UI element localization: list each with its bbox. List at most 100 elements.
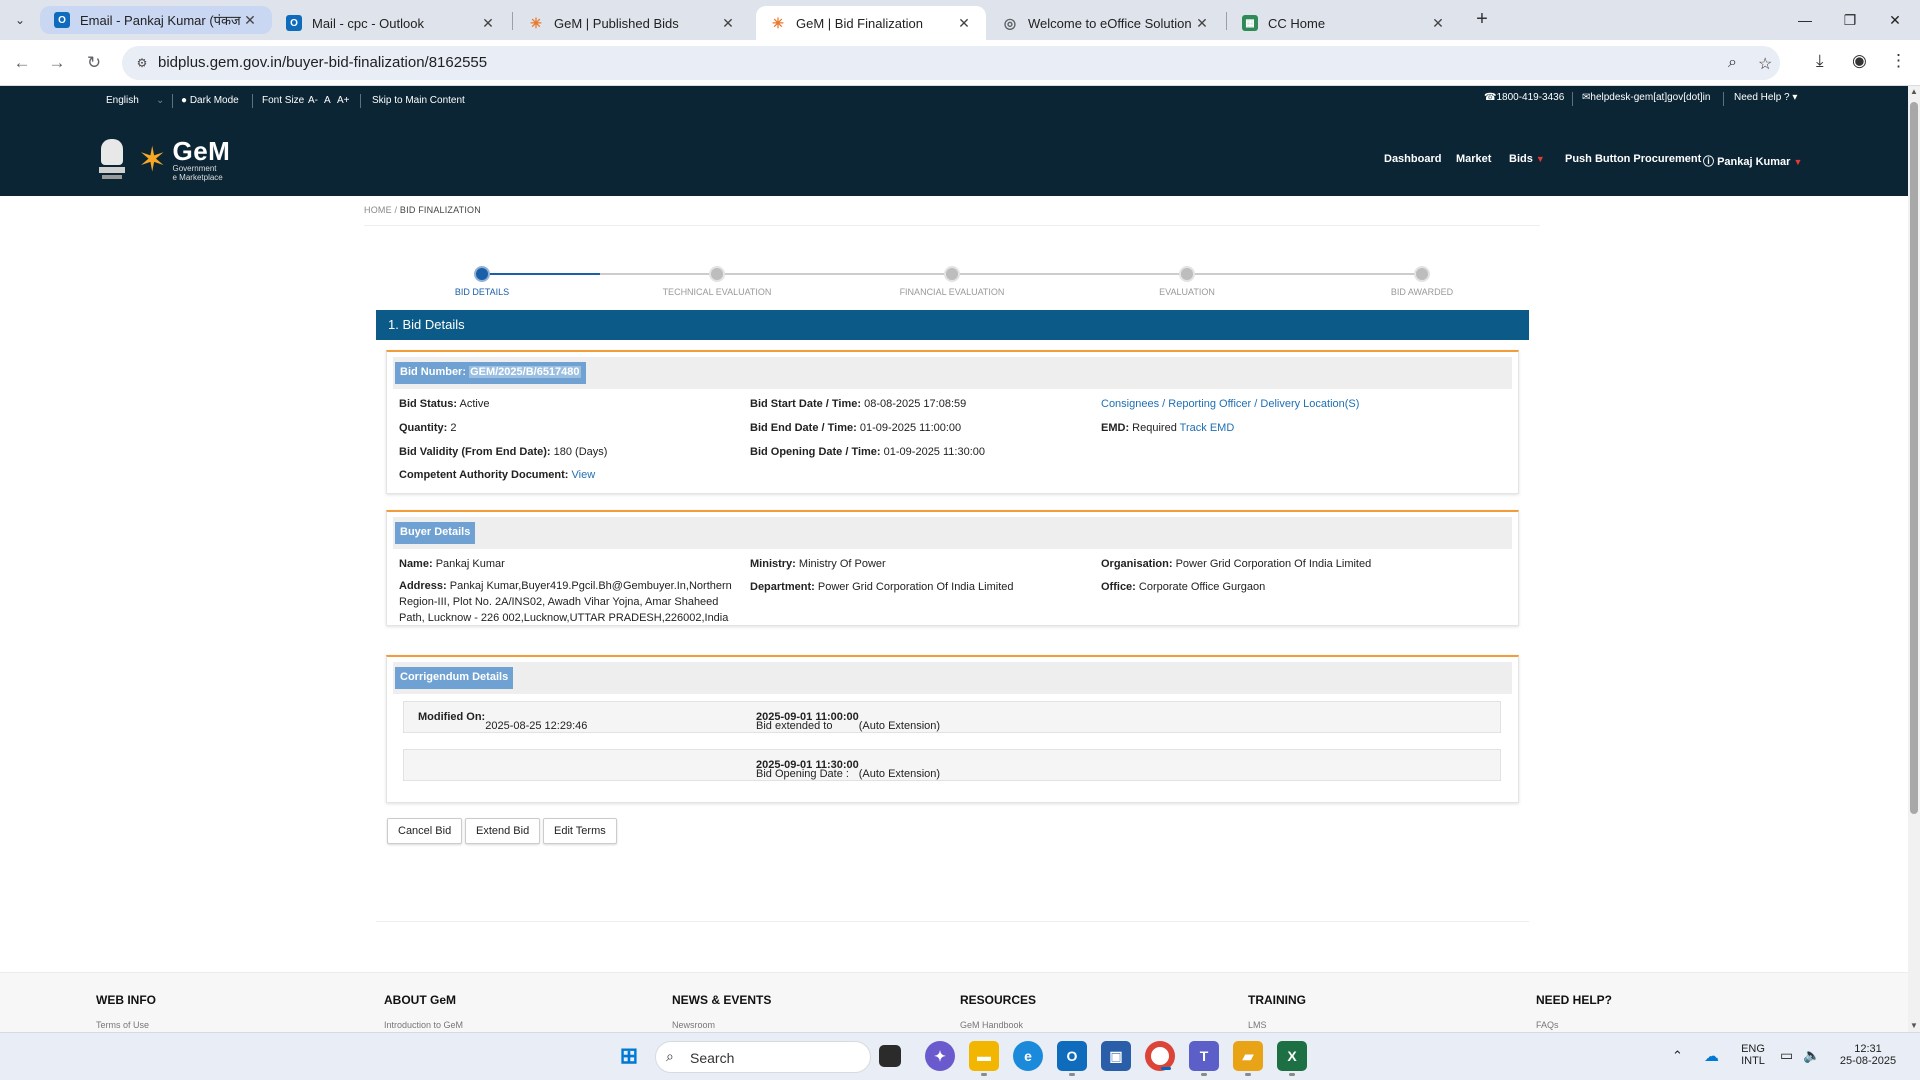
consignees-link[interactable]: Consignees / Reporting Officer / Deliver… xyxy=(1101,398,1359,410)
breadcrumb-home[interactable]: HOME xyxy=(364,205,392,215)
footer-heading: NEWS & EVENTS xyxy=(672,993,772,1007)
app-folder-icon[interactable]: ▰ xyxy=(1233,1041,1263,1076)
teams-icon[interactable]: T xyxy=(1189,1041,1219,1076)
nav-bids[interactable]: Bids ▼ xyxy=(1509,153,1545,165)
tab-title: Welcome to eOffice Solution xyxy=(1028,15,1192,31)
footer-link[interactable]: FAQs xyxy=(1536,1020,1612,1030)
task-view-icon[interactable] xyxy=(879,1045,901,1067)
gem-icon: ✳ xyxy=(530,14,542,31)
volume-icon[interactable]: 🔈 xyxy=(1803,1047,1820,1064)
close-tab-icon[interactable]: ✕ xyxy=(720,15,736,32)
tab-cc-home[interactable]: ▦ CC Home ✕ xyxy=(1228,6,1460,40)
edge-icon[interactable]: e xyxy=(1013,1041,1043,1071)
download-icon[interactable]: ⤓ xyxy=(1816,51,1824,71)
emd: EMD: Required Track EMD xyxy=(1101,422,1235,434)
scroll-down-icon[interactable]: ▼ xyxy=(1908,1020,1920,1032)
new-tab-icon[interactable]: + xyxy=(1470,8,1494,32)
file-explorer-icon[interactable]: ▬ xyxy=(969,1041,999,1076)
dark-mode-toggle[interactable]: ● Dark Mode xyxy=(181,95,239,106)
windows-taskbar: ⊞ ⌕ Search ✦ ▬ e O ▣ T ▰ X ⌃ ☁ ENG INTL ▭… xyxy=(0,1032,1920,1080)
language-select[interactable]: English xyxy=(106,95,139,106)
need-help-menu[interactable]: Need Help ? ▾ xyxy=(1734,92,1797,103)
footer-heading: NEED HELP? xyxy=(1536,993,1613,1007)
tab-mail-cpc[interactable]: O Mail - cpc - Outlook ✕ xyxy=(272,6,510,40)
excel-icon[interactable]: X xyxy=(1277,1041,1307,1076)
tab-email-pankaj[interactable]: O Email - Pankaj Kumar (पंकज कु ✕ xyxy=(40,6,272,34)
network-icon[interactable]: ▭ xyxy=(1780,1047,1793,1064)
tab-gem-bid-finalization[interactable]: ✳ GeM | Bid Finalization ✕ xyxy=(756,6,986,40)
tab-eoffice[interactable]: ◎ Welcome to eOffice Solution ✕ xyxy=(988,6,1224,40)
tray-overflow-icon[interactable]: ⌃ xyxy=(1672,1048,1683,1064)
scrollbar-thumb[interactable] xyxy=(1910,102,1918,814)
nav-user-menu[interactable]: ⓘ Pankaj Kumar ▼ xyxy=(1703,153,1802,169)
zoom-icon[interactable]: ⌕ xyxy=(1728,54,1737,72)
tab-gem-published-bids[interactable]: ✳ GeM | Published Bids ✕ xyxy=(514,6,750,40)
bid-details-card: Bid Number: GEM/2025/B/6517480 Bid Statu… xyxy=(386,350,1519,494)
restore-icon[interactable]: ❐ xyxy=(1835,8,1865,32)
footer-link[interactable]: Introduction to GeM xyxy=(384,1020,463,1030)
site-info-icon[interactable]: ⚙ xyxy=(134,55,150,71)
outlook-taskbar-icon[interactable]: O xyxy=(1057,1041,1087,1076)
gem-star-logo-icon: ✶ xyxy=(138,141,167,179)
font-normal-button[interactable]: A xyxy=(324,95,331,106)
helpdesk-email[interactable]: ✉helpdesk-gem[at]gov[dot]in xyxy=(1582,92,1710,103)
nav-push-button-procurement[interactable]: Push Button Procurement xyxy=(1565,153,1701,165)
page-scrollbar[interactable]: ▲ ▼ xyxy=(1908,86,1920,1032)
footer-link[interactable]: LMS xyxy=(1248,1020,1306,1030)
footer-link[interactable]: Terms of Use xyxy=(96,1020,156,1030)
close-tab-icon[interactable]: ✕ xyxy=(956,15,972,32)
input-language[interactable]: ENG INTL xyxy=(1738,1043,1768,1067)
close-tab-icon[interactable]: ✕ xyxy=(480,15,496,32)
reload-icon[interactable]: ↻ xyxy=(82,51,106,75)
menu-kebab-icon[interactable]: ⋮ xyxy=(1890,51,1907,71)
bid-number-value: GEM/2025/B/6517480 xyxy=(469,366,581,378)
address-bar[interactable]: ⚙ bidplus.gem.gov.in/buyer-bid-finalizat… xyxy=(122,46,1780,80)
font-increase-button[interactable]: A+ xyxy=(337,95,350,106)
step-dot xyxy=(1179,266,1195,282)
corrigendum-row: Bid Opening Date : 2025-09-01 11:30:00 (… xyxy=(403,749,1501,781)
copilot-icon[interactable]: ✦ xyxy=(925,1041,955,1071)
extend-bid-button[interactable]: Extend Bid xyxy=(465,818,541,844)
step-label: FINANCIAL EVALUATION xyxy=(899,287,1005,297)
store-icon[interactable]: ▣ xyxy=(1101,1041,1131,1071)
clock-time: 12:31 xyxy=(1854,1043,1882,1055)
nav-market[interactable]: Market xyxy=(1456,153,1491,165)
bookmark-star-icon[interactable]: ☆ xyxy=(1758,54,1772,74)
footer-link[interactable]: Newsroom xyxy=(672,1020,771,1030)
edit-terms-button[interactable]: Edit Terms xyxy=(543,818,617,844)
url-text[interactable]: bidplus.gem.gov.in/buyer-bid-finalizatio… xyxy=(158,54,487,71)
taskbar-search[interactable]: ⌕ Search xyxy=(655,1041,871,1073)
track-emd-link[interactable]: Track EMD xyxy=(1180,422,1235,434)
scroll-up-icon[interactable]: ▲ xyxy=(1908,86,1920,98)
windows-start-icon[interactable]: ⊞ xyxy=(614,1041,644,1071)
footer-heading: RESOURCES xyxy=(960,993,1037,1007)
close-window-icon[interactable]: ✕ xyxy=(1880,8,1910,32)
nav-dashboard[interactable]: Dashboard xyxy=(1384,153,1441,165)
font-decrease-button[interactable]: A- xyxy=(308,95,318,106)
breadcrumb: HOME / BID FINALIZATION xyxy=(364,205,481,215)
close-tab-icon[interactable]: ✕ xyxy=(1430,15,1446,32)
step-label: BID AWARDED xyxy=(1390,287,1454,297)
bid-end-date: Bid End Date / Time: 01-09-2025 11:00:00 xyxy=(750,422,962,434)
skip-to-content-link[interactable]: Skip to Main Content xyxy=(372,95,465,106)
close-tab-icon[interactable]: ✕ xyxy=(1194,15,1210,32)
outlook-icon: O xyxy=(54,12,70,28)
tab-title: Mail - cpc - Outlook xyxy=(312,15,424,31)
tab-search-menu-icon[interactable]: ⌄ xyxy=(8,8,32,32)
back-icon[interactable]: ← xyxy=(10,51,34,75)
footer-link[interactable]: GeM Handbook xyxy=(960,1020,1036,1030)
helpline-phone[interactable]: ☎1800-419-3436 xyxy=(1484,92,1564,103)
minimize-icon[interactable]: — xyxy=(1790,8,1820,32)
clock[interactable]: 12:31 25-08-2025 xyxy=(1836,1043,1900,1067)
chrome-icon[interactable] xyxy=(1145,1041,1175,1071)
onedrive-icon[interactable]: ☁ xyxy=(1704,1047,1719,1065)
view-document-link[interactable]: View xyxy=(572,469,596,481)
close-tab-icon[interactable]: ✕ xyxy=(242,12,258,29)
profile-icon[interactable]: ◉ xyxy=(1852,51,1867,71)
cancel-bid-button[interactable]: Cancel Bid xyxy=(387,818,463,844)
breadcrumb-current: BID FINALIZATION xyxy=(399,205,481,215)
gem-logo[interactable]: ✶ GeM Government e Marketplace xyxy=(98,138,230,182)
forward-icon[interactable]: → xyxy=(45,51,69,75)
modified-on: Modified On: 2025-08-25 12:29:46 xyxy=(418,711,588,732)
gem-icon: ✳ xyxy=(772,14,784,31)
